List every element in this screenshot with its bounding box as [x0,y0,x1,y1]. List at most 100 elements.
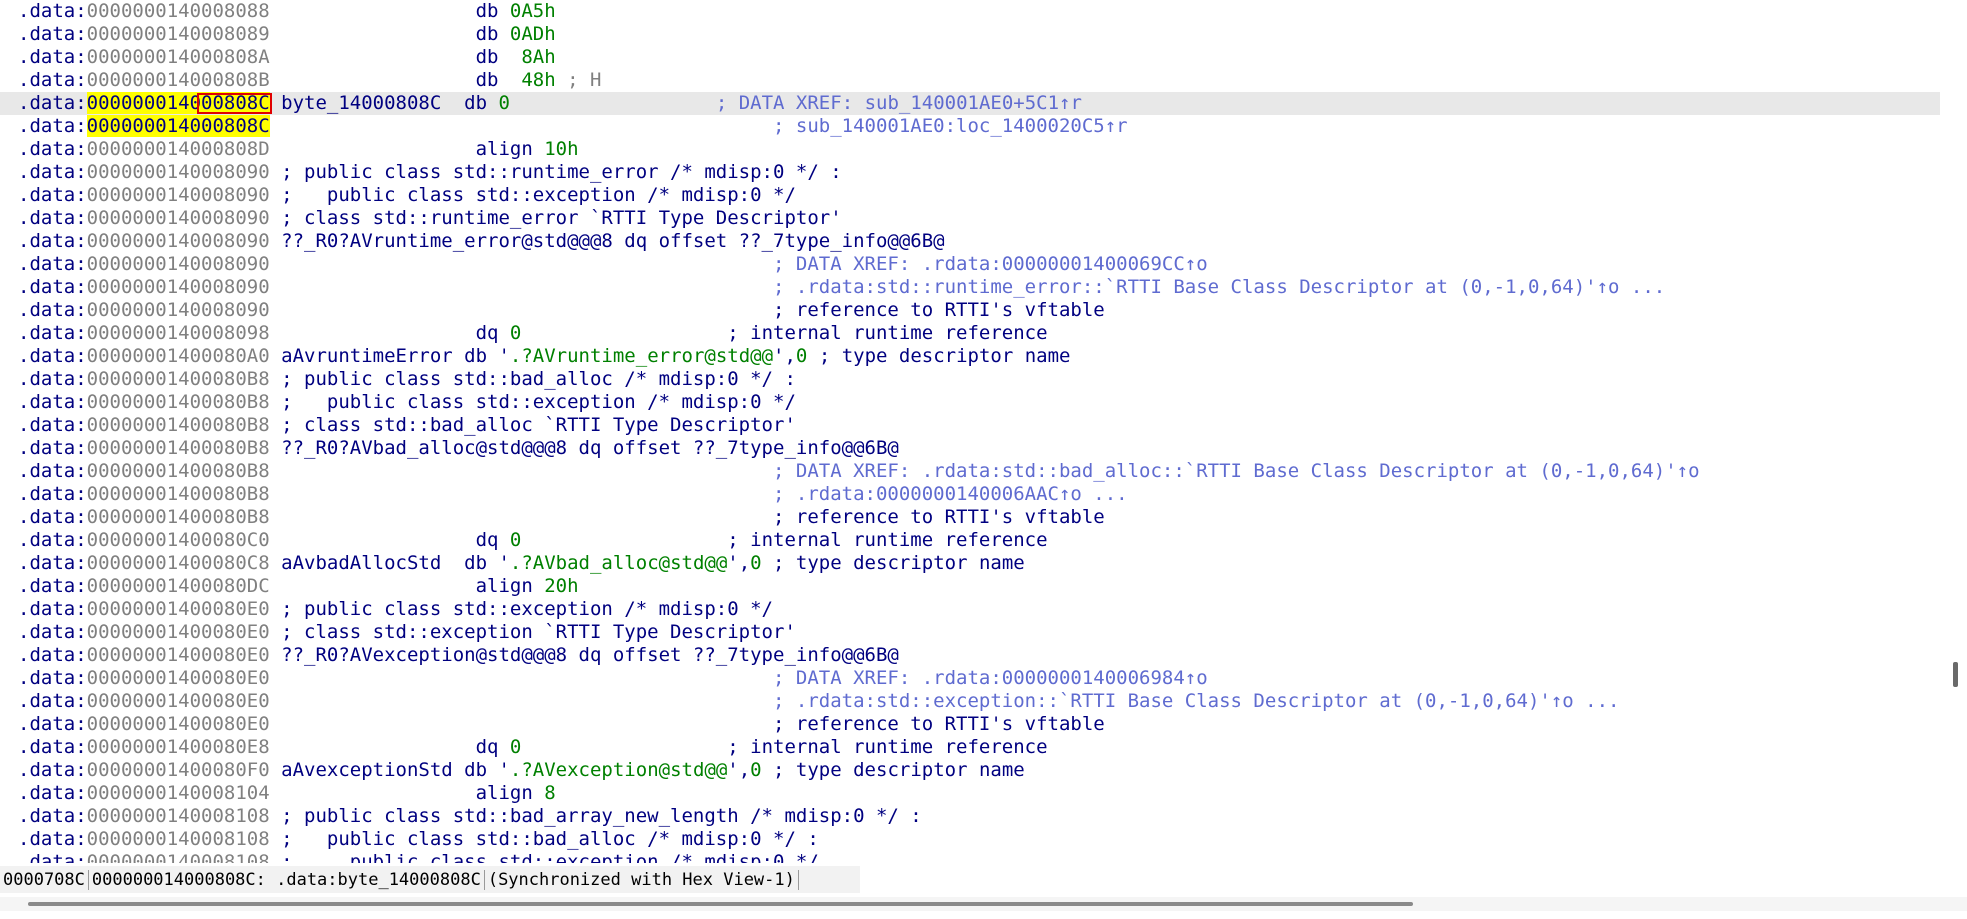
segment-name: .data: [18,644,87,666]
line-address[interactable]: 00000001400080B8 [87,368,270,390]
line-address[interactable]: 0000000140008108 [87,805,270,827]
line-address[interactable]: 00000001400080C8 [87,552,270,574]
listing-line[interactable]: .data:00000001400080B8 ; .rdata:00000001… [0,483,1940,506]
listing-line[interactable]: .data:00000001400080E0 ; public class st… [0,598,1940,621]
line-address[interactable]: 000000014000808C [86,92,270,114]
line-address[interactable]: 00000001400080E0 [87,667,270,689]
line-address[interactable]: 0000000140008090 [87,276,270,298]
line-address[interactable]: 0000000140008089 [87,23,270,45]
line-address[interactable]: 000000014000808D [87,138,270,160]
horizontal-scrollbar[interactable] [0,897,1967,911]
listing-line[interactable]: .data:0000000140008108 ; public class st… [0,828,1940,851]
line-address[interactable]: 0000000140008090 [87,184,270,206]
listing-line[interactable]: .data:00000001400080E0 ; reference to RT… [0,713,1940,736]
listing-line[interactable]: .data:0000000140008089 db 0ADh [0,23,1940,46]
line-address[interactable]: 0000000140008104 [87,782,270,804]
label-name[interactable]: byte_14000808C [281,92,441,114]
listing-line[interactable]: .data:00000001400080B8 ; public class st… [0,368,1940,391]
listing-line[interactable]: .data:00000001400080B8 ; reference to RT… [0,506,1940,529]
line-address[interactable]: 00000001400080F0 [87,759,270,781]
disassembly-listing[interactable]: .data:0000000140008088 db 0A5h .data:0000… [0,0,1940,863]
line-address[interactable]: 0000000140008098 [87,322,270,344]
line-address[interactable]: 000000014000808B [87,69,270,91]
line-address[interactable]: 00000001400080B8 [87,437,270,459]
line-address[interactable]: 0000000140008108 [87,851,270,863]
listing-line[interactable]: .data:000000014000808D align 10h [0,138,1940,161]
listing-line[interactable]: .data:00000001400080E0 ??_R0?AVexception… [0,644,1940,667]
listing-line[interactable]: .data:0000000140008090 ; public class st… [0,184,1940,207]
listing-line[interactable]: .data:00000001400080B8 ; class std::bad_… [0,414,1940,437]
listing-line[interactable]: .data:0000000140008108 ; public class st… [0,805,1940,828]
listing-line[interactable]: .data:00000001400080A0 aAvruntimeError d… [0,345,1940,368]
listing-line[interactable]: .data:000000014000808C byte_14000808C db… [0,92,1940,115]
listing-line[interactable]: .data:00000001400080E0 ; DATA XREF: .rda… [0,667,1940,690]
listing-line[interactable]: .data:0000000140008090 ; .rdata:std::run… [0,276,1940,299]
listing-line[interactable]: .data:00000001400080DC align 20h [0,575,1940,598]
line-address[interactable]: 0000000140008090 [87,253,270,275]
line-address[interactable]: 00000001400080B8 [87,391,270,413]
line-address[interactable]: 0000000140008090 [87,161,270,183]
listing-line[interactable]: .data:0000000140008090 ; class std::runt… [0,207,1940,230]
listing-line[interactable]: .data:00000001400080B8 ; DATA XREF: .rda… [0,460,1940,483]
listing-line[interactable]: .data:00000001400080B8 ; public class st… [0,391,1940,414]
listing-line[interactable]: .data:00000001400080C0 dq 0 ; internal r… [0,529,1940,552]
listing-line[interactable]: .data:000000014000808C ; sub_140001AE0:l… [0,115,1940,138]
line-address[interactable]: 00000001400080A0 [87,345,270,367]
line-address[interactable]: 00000001400080E8 [87,736,270,758]
listing-line[interactable]: .data:0000000140008088 db 0A5h [0,0,1940,23]
instruction-text: dq [475,322,510,344]
line-address[interactable]: 000000014000808C [86,115,270,137]
listing-line[interactable]: .data:0000000140008108 ; public class st… [0,851,1940,863]
line-address[interactable]: 000000014000808A [87,46,270,68]
segment-name: .data: [18,368,87,390]
instruction-text: align [475,575,545,597]
xref-comment: ; DATA XREF: .rdata:00000001400069CC↑o [773,253,1208,275]
line-address[interactable]: 0000000140008108 [87,828,270,850]
line-address[interactable]: 00000001400080B8 [87,414,270,436]
line-address[interactable]: 00000001400080E0 [87,621,270,643]
line-address[interactable]: 00000001400080B8 [87,506,270,528]
listing-line[interactable]: .data:000000014000808B db 48h ; H [0,69,1940,92]
line-address[interactable]: 00000001400080B8 [87,483,270,505]
listing-line[interactable]: .data:0000000140008090 ??_R0?AVruntime_e… [0,230,1940,253]
listing-line[interactable]: .data:0000000140008090 ; DATA XREF: .rda… [0,253,1940,276]
line-address[interactable]: 00000001400080E0 [87,598,270,620]
line-address[interactable]: 0000000140008090 [87,207,270,229]
listing-line[interactable]: .data:00000001400080E0 ; .rdata:std::exc… [0,690,1940,713]
line-address[interactable]: 00000001400080B8 [87,460,270,482]
label-name[interactable]: aAvexceptionStd [281,759,453,781]
line-address[interactable]: 0000000140008090 [87,299,270,321]
segment-name: .data: [18,575,87,597]
listing-line[interactable]: .data:0000000140008090 ; public class st… [0,161,1940,184]
listing-line[interactable]: .data:00000001400080B8 ??_R0?AVbad_alloc… [0,437,1940,460]
listing-line[interactable]: .data:00000001400080C8 aAvbadAllocStd db… [0,552,1940,575]
listing-line[interactable]: .data:0000000140008098 dq 0 ; internal r… [0,322,1940,345]
operand-value: 48h [521,69,556,91]
line-address[interactable]: 0000000140008090 [87,230,270,252]
listing-line[interactable]: .data:00000001400080F0 aAvexceptionStd d… [0,759,1940,782]
line-address[interactable]: 00000001400080E0 [87,690,270,712]
vertical-scroll-thumb[interactable] [1953,662,1958,687]
vertical-scrollbar[interactable] [1944,0,1967,863]
operand-value: 0 [509,736,522,758]
line-address[interactable]: 00000001400080E0 [87,713,270,735]
listing-line[interactable]: .data:00000001400080E8 dq 0 ; internal r… [0,736,1940,759]
label-name[interactable]: aAvbadAllocStd [281,552,441,574]
line-address[interactable]: 0000000140008088 [87,0,270,22]
listing-line[interactable]: .data:00000001400080E0 ; class std::exce… [0,621,1940,644]
label-name[interactable]: aAvruntimeError [281,345,453,367]
line-address[interactable]: 00000001400080DC [87,575,270,597]
line-address[interactable]: 00000001400080E0 [87,644,270,666]
line-address[interactable]: 00000001400080C0 [87,529,270,551]
listing-line[interactable]: .data:000000014000808A db 8Ah [0,46,1940,69]
listing-line[interactable]: .data:0000000140008104 align 8 [0,782,1940,805]
horizontal-scroll-thumb[interactable] [28,902,1413,906]
listing-line[interactable]: .data:0000000140008090 ; reference to RT… [0,299,1940,322]
